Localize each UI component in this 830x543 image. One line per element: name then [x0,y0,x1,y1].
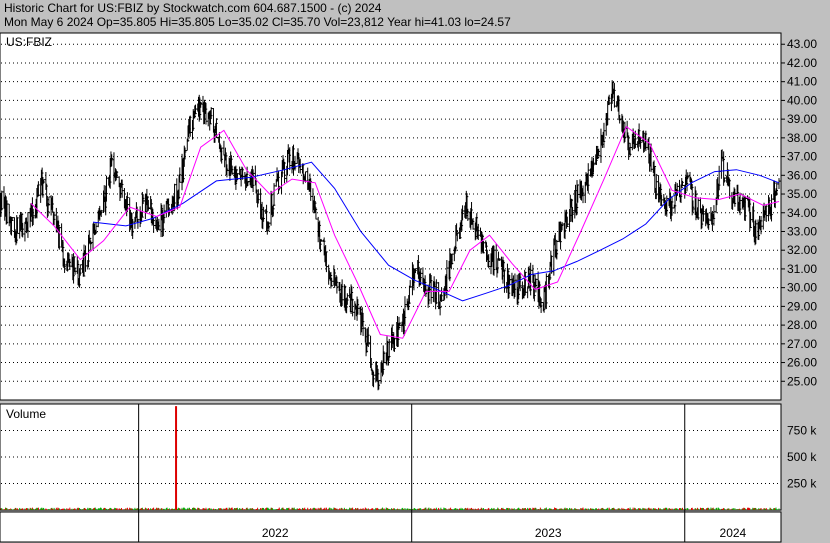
price-panel [0,32,782,401]
price-tick-label: 32.00 [787,243,817,257]
volume-tick-label: 500 k [787,450,817,464]
price-tick-label: 35.00 [787,187,817,201]
price-tick-label: 36.00 [787,168,817,182]
volume-tick-label: 750 k [787,424,817,438]
price-tick-label: 38.00 [787,131,817,145]
price-tick-label: 37.00 [787,150,817,164]
volume-axis-ticks: 250 k 500 k 750 k [787,424,817,491]
price-tick-label: 30.00 [787,281,817,295]
price-tick-label: 31.00 [787,262,817,276]
price-tick-label: 29.00 [787,299,817,313]
price-chart: Historic Chart for US:FBIZ by Stockwatch… [0,0,830,543]
header-line-2: Mon May 6 2024 Op=35.805 Hi=35.805 Lo=35… [4,15,511,29]
price-tick-label: 33.00 [787,224,817,238]
symbol-label: US:FBIZ [6,35,52,49]
price-tick-label: 27.00 [787,337,817,351]
date-axis-strip [0,511,782,543]
header-line-1: Historic Chart for US:FBIZ by Stockwatch… [4,1,382,15]
price-tick-label: 43.00 [787,37,817,51]
volume-label: Volume [6,407,46,421]
year-label: 2023 [535,526,562,540]
volume-tick-label: 250 k [787,477,817,491]
price-tick-label: 28.00 [787,318,817,332]
price-tick-label: 39.00 [787,112,817,126]
price-tick-label: 34.00 [787,206,817,220]
price-tick-label: 42.00 [787,56,817,70]
price-tick-label: 25.00 [787,374,817,388]
price-tick-label: 40.00 [787,93,817,107]
price-tick-label: 41.00 [787,75,817,89]
year-label: 2024 [720,526,747,540]
price-tick-label: 26.00 [787,356,817,370]
year-label: 2022 [262,526,289,540]
